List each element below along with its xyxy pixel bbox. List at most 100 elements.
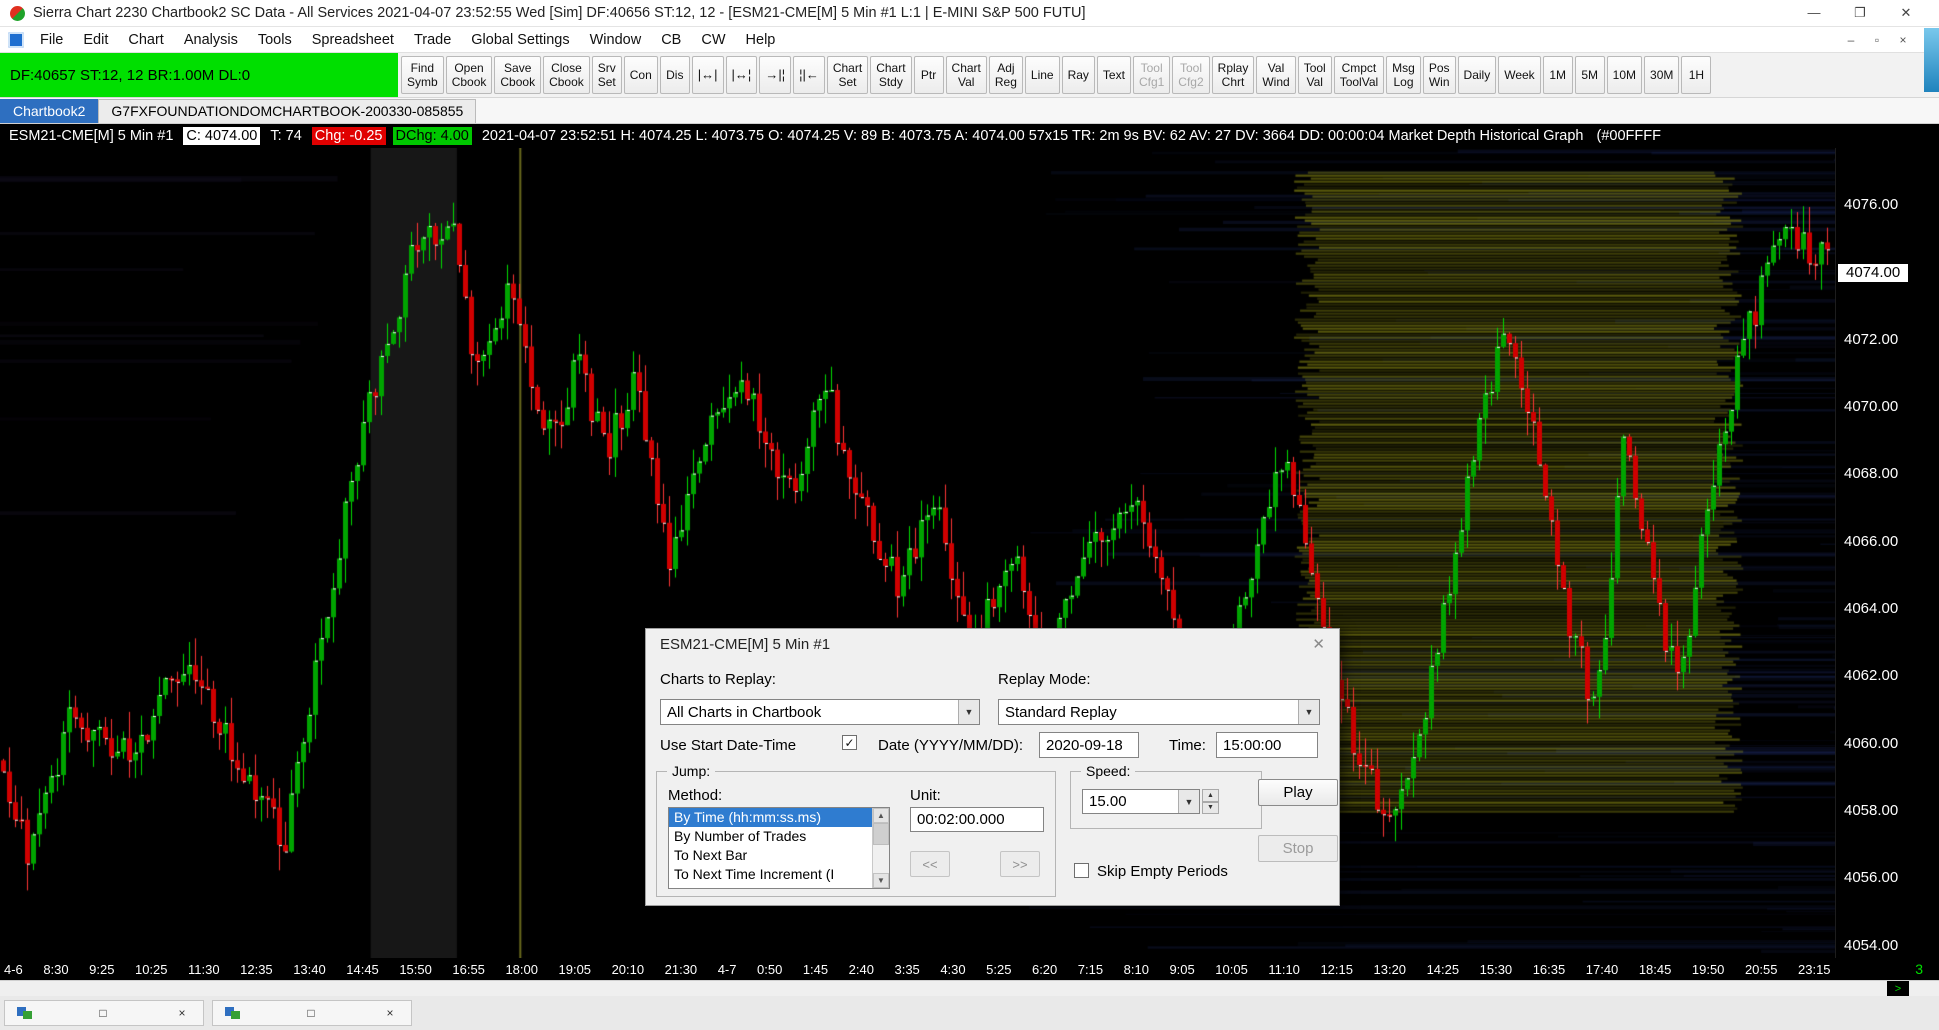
play-button[interactable]: Play	[1258, 779, 1338, 806]
toolbar-button[interactable]: Val Wind	[1256, 56, 1295, 94]
minimized-window[interactable]: □ ×	[212, 1000, 412, 1026]
spin-down-icon[interactable]: ▼	[1202, 802, 1219, 815]
menu-item[interactable]: Tools	[248, 29, 302, 51]
charts-to-replay-select[interactable]: All Charts in Chartbook ▼	[660, 699, 980, 725]
stop-button[interactable]: Stop	[1258, 835, 1338, 862]
replay-mode-value: Standard Replay	[1005, 704, 1117, 721]
replay-mode-select[interactable]: Standard Replay ▼	[998, 699, 1320, 725]
restore-icon[interactable]: □	[94, 1006, 112, 1020]
toolbar-button[interactable]: 5M	[1575, 56, 1605, 94]
toolbar-button[interactable]: Line	[1025, 56, 1060, 94]
maximize-icon[interactable]: ❐	[1837, 5, 1883, 21]
spin-up-icon[interactable]: ▲	[1202, 789, 1219, 802]
toolbar-button[interactable]: Text	[1097, 56, 1131, 94]
menu-item[interactable]: CB	[651, 29, 691, 51]
toolbar-button[interactable]: Find Symb	[401, 56, 444, 94]
toolbar-button[interactable]: 30M	[1644, 56, 1679, 94]
date-value: 2020-09-18	[1046, 737, 1123, 754]
toolbar-button[interactable]: Pos Win	[1423, 56, 1456, 94]
jump-method-item[interactable]: By Time (hh:mm:ss.ms)	[669, 808, 872, 827]
scroll-down-icon[interactable]: ▼	[873, 873, 889, 888]
toolbar-button[interactable]: Msg Log	[1386, 56, 1421, 94]
toolbar-button[interactable]: Daily	[1458, 56, 1497, 94]
speed-select[interactable]: 15.00 ▼	[1082, 789, 1200, 814]
restore-icon[interactable]: □	[302, 1006, 320, 1020]
menu-item[interactable]: Chart	[118, 29, 173, 51]
chevron-down-icon[interactable]: ▼	[958, 700, 979, 724]
toolbar-button[interactable]: Rplay Chrt	[1212, 56, 1255, 94]
menu-item[interactable]: File	[30, 29, 73, 51]
chevron-down-icon[interactable]: ▼	[1298, 700, 1319, 724]
toolbar-button-line1: Rplay	[1218, 61, 1249, 75]
toolbar-button[interactable]: Open Cbook	[446, 56, 493, 94]
menu-item[interactable]: Analysis	[174, 29, 248, 51]
minimized-window[interactable]: □ ×	[4, 1000, 204, 1026]
time-axis[interactable]: 4-68:309:2510:2511:3012:3513:4014:4515:5…	[0, 958, 1939, 980]
price-scale[interactable]: 4076.004074.004072.004070.004068.004066.…	[1835, 148, 1939, 958]
toolbar-button[interactable]: Chart Val	[946, 56, 987, 94]
menu-item[interactable]: Window	[580, 29, 652, 51]
toolbar-button[interactable]: Srv Set	[592, 56, 622, 94]
scrollbar-thumb[interactable]	[873, 823, 889, 845]
mdi-restore-icon[interactable]: ▫	[1869, 33, 1885, 47]
menu-item[interactable]: Global Settings	[461, 29, 579, 51]
close-icon[interactable]: ×	[173, 1006, 191, 1020]
menu-item[interactable]: Spreadsheet	[302, 29, 404, 51]
jump-group-label: Jump:	[667, 763, 715, 779]
jump-back-button[interactable]: <<	[910, 851, 950, 877]
minimize-icon[interactable]: —	[1791, 5, 1837, 21]
toolbar-button-line2: ToolVal	[1340, 75, 1378, 89]
jump-method-item[interactable]: To Next Time Increment (I	[669, 865, 872, 884]
chartbook-tab[interactable]: G7FXFOUNDATIONDOMCHARTBOOK-200330-085855	[98, 99, 476, 123]
scroll-up-icon[interactable]: ▲	[873, 808, 889, 823]
menu-item[interactable]: Trade	[404, 29, 461, 51]
close-icon[interactable]: ✕	[1883, 5, 1929, 21]
dialog-close-icon[interactable]: ✕	[1312, 635, 1325, 653]
toolbar-button[interactable]: 1M	[1543, 56, 1573, 94]
toolbar-button-line1: Text	[1103, 68, 1125, 82]
replay-dialog-titlebar[interactable]: ESM21-CME[M] 5 Min #1 ✕	[646, 629, 1339, 659]
toolbar-button[interactable]: Week	[1498, 56, 1540, 94]
toolbar-button[interactable]: Chart Stdy	[870, 56, 911, 94]
toolbar-button[interactable]: ¦|←	[793, 56, 825, 94]
toolbar-button[interactable]: →|¦	[759, 56, 791, 94]
toolbar-button[interactable]: Dis	[660, 56, 690, 94]
mdi-minimize-icon[interactable]: –	[1843, 33, 1859, 47]
scroll-right-arrow-icon[interactable]: >	[1887, 981, 1909, 996]
toolbar-button[interactable]: Con	[624, 56, 658, 94]
toolbar-button[interactable]: |↔|	[692, 56, 724, 94]
chartbook-tab[interactable]: Chartbook2	[0, 99, 98, 123]
close-icon[interactable]: ×	[381, 1006, 399, 1020]
skip-empty-periods-checkbox[interactable]	[1074, 863, 1089, 878]
time-label: 10:05	[1215, 962, 1248, 977]
jump-method-item[interactable]: By Number of Trades	[669, 827, 872, 846]
scrollbar-track[interactable]	[873, 845, 889, 873]
date-field[interactable]: 2020-09-18	[1039, 732, 1139, 758]
unit-field[interactable]: 00:02:00.000	[910, 807, 1044, 832]
toolbar-button[interactable]: Ray	[1062, 56, 1095, 94]
toolbar-button[interactable]: Cmpct ToolVal	[1334, 56, 1384, 94]
chevron-down-icon[interactable]: ▼	[1178, 790, 1199, 813]
jump-method-item[interactable]: To Next Bar	[669, 846, 872, 865]
toolbar-button[interactable]: Save Cbook	[494, 56, 541, 94]
toolbar-button[interactable]: Tool Val	[1298, 56, 1332, 94]
toolbar-button[interactable]: 1H	[1681, 56, 1711, 94]
use-start-datetime-checkbox[interactable]: ✓	[842, 735, 857, 750]
jump-method-listbox[interactable]: By Time (hh:mm:ss.ms)By Number of Trades…	[668, 807, 890, 889]
jump-forward-button[interactable]: >>	[1000, 851, 1040, 877]
mdi-close-icon[interactable]: ×	[1895, 33, 1911, 47]
toolbar-button[interactable]: Tool Cfg1	[1133, 56, 1170, 94]
toolbar-button[interactable]: Adj Reg	[989, 56, 1023, 94]
time-label: 15:50	[399, 962, 432, 977]
menu-item[interactable]: Edit	[73, 29, 118, 51]
toolbar-button[interactable]: Tool Cfg2	[1172, 56, 1209, 94]
menu-item[interactable]: CW	[691, 29, 735, 51]
toolbar-button[interactable]: Chart Set	[827, 56, 868, 94]
time-field[interactable]: 15:00:00	[1216, 732, 1318, 758]
toolbar-button[interactable]: Ptr	[914, 56, 944, 94]
toolbar-button[interactable]: |↔¦	[726, 56, 758, 94]
listbox-scrollbar[interactable]: ▲ ▼	[872, 808, 889, 888]
menu-item[interactable]: Help	[736, 29, 786, 51]
toolbar-button[interactable]: 10M	[1607, 56, 1642, 94]
toolbar-button[interactable]: Close Cbook	[543, 56, 590, 94]
